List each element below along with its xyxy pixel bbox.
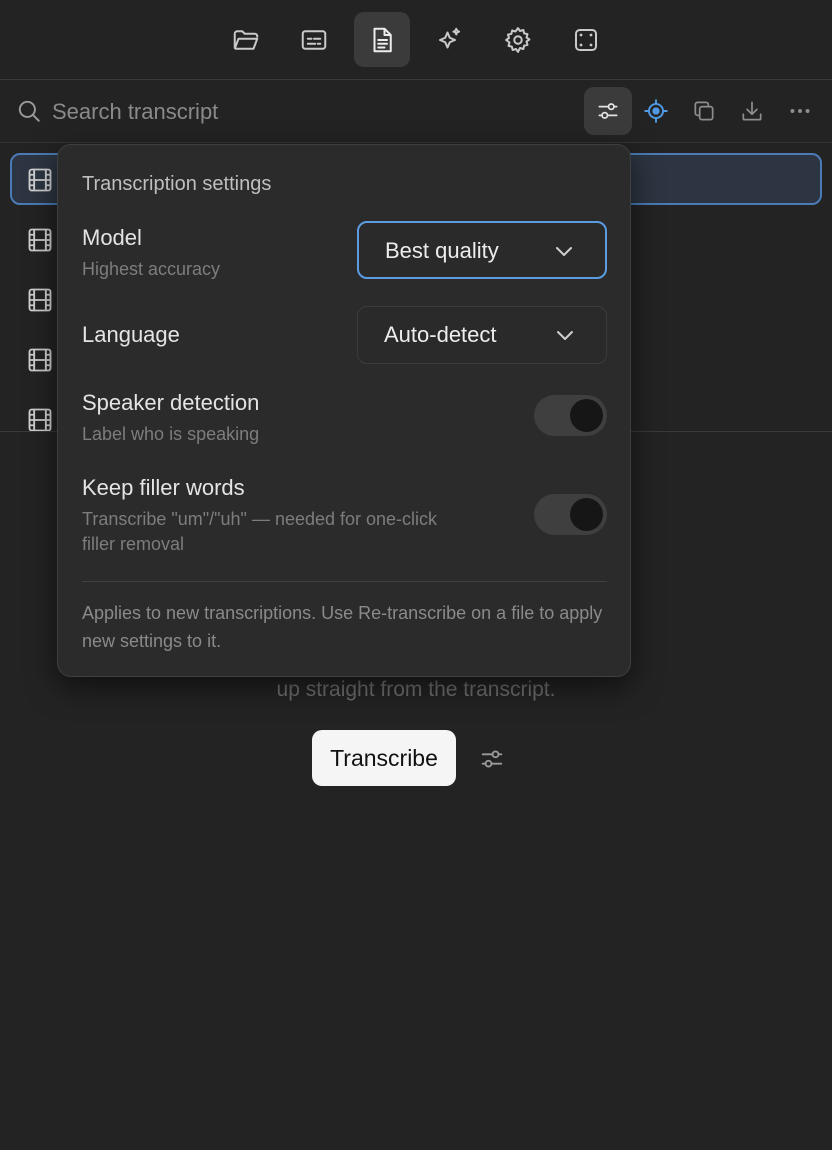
language-select[interactable]: Auto-detect (357, 306, 607, 364)
empty-state-text: up straight from the transcript. (276, 678, 556, 701)
keep-filler-words-toggle[interactable] (534, 494, 607, 535)
frame-icon[interactable] (558, 12, 614, 67)
search-bar (0, 80, 832, 143)
keep-filler-words-sublabel: filler removal (82, 534, 185, 554)
search-icon (16, 98, 42, 124)
more-icon[interactable] (776, 87, 824, 135)
popover-title: Transcription settings (82, 173, 272, 195)
settings-sliders-icon[interactable] (584, 87, 632, 135)
settings-sliders-icon[interactable] (478, 745, 506, 773)
speaker-detection-sublabel: Label who is speaking (82, 424, 260, 444)
film-icon (26, 166, 54, 194)
model-sublabel: Highest accuracy (82, 259, 221, 279)
film-icon (26, 226, 54, 254)
model-select-value: Best quality (385, 238, 499, 263)
speaker-detection-toggle[interactable] (534, 395, 607, 436)
language-select-value: Auto-detect (384, 322, 497, 347)
language-label: Language (82, 322, 180, 347)
transcribe-button[interactable]: Transcribe (312, 730, 456, 786)
speaker-detection-label: Speaker detection (82, 390, 260, 415)
toggle-knob (570, 498, 603, 531)
chevron-down-icon (555, 244, 573, 258)
captions-icon[interactable] (286, 12, 342, 67)
model-select[interactable]: Best quality (357, 221, 607, 279)
chevron-down-icon (556, 328, 574, 342)
download-icon[interactable] (728, 87, 776, 135)
keep-filler-words-label: Keep filler words (82, 475, 245, 500)
top-toolbar (0, 0, 832, 80)
transcription-settings-popover: Transcription settings Model Highest acc… (57, 144, 631, 677)
folder-icon[interactable] (218, 12, 274, 67)
toggle-knob (570, 399, 603, 432)
search-input[interactable] (50, 96, 434, 128)
sparkles-icon[interactable] (422, 12, 478, 67)
film-icon (26, 406, 54, 431)
film-icon (26, 346, 54, 374)
film-icon (26, 286, 54, 314)
transcript-document-icon[interactable] (354, 12, 410, 67)
target-icon[interactable] (632, 87, 680, 135)
keep-filler-words-sublabel: Transcribe "um"/"uh" — needed for one-cl… (82, 509, 438, 529)
popover-footer-note: Applies to new transcriptions. Use Re-tr… (82, 603, 603, 651)
gear-icon[interactable] (490, 12, 546, 67)
copy-icon[interactable] (680, 87, 728, 135)
popover-divider (82, 581, 607, 582)
model-label: Model (82, 225, 142, 250)
